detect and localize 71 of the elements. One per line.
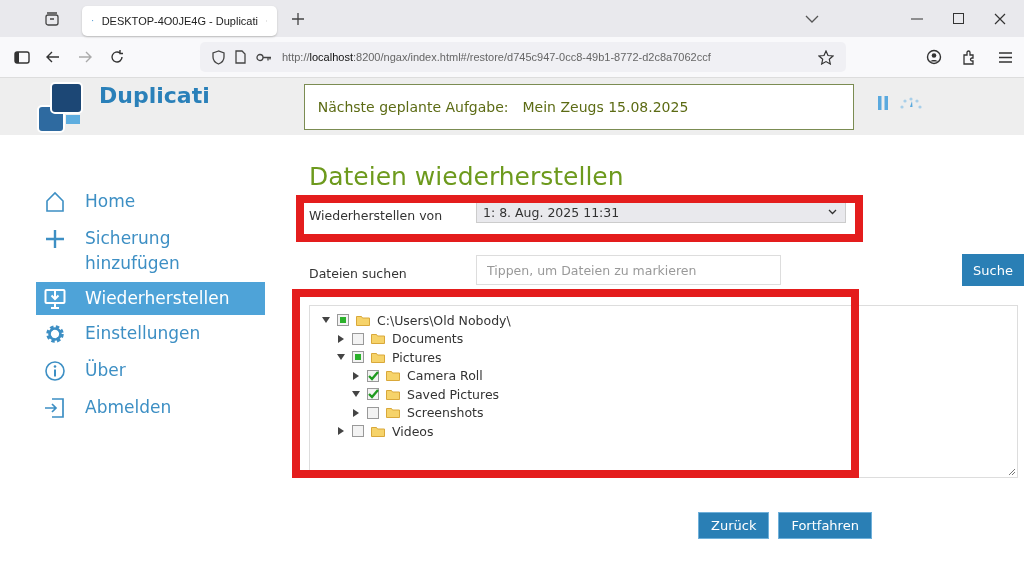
folder-icon (371, 351, 385, 363)
sidebar-item[interactable]: Über (36, 352, 265, 389)
expand-arrow-icon[interactable] (352, 371, 360, 380)
tree-item-label[interactable]: Videos (392, 423, 434, 439)
browser-tab[interactable]: DESKTOP-4O0JE4G - Duplicati (82, 5, 277, 36)
back-icon[interactable] (46, 51, 60, 63)
resize-grip-icon[interactable] (1009, 469, 1015, 475)
expand-arrow-icon[interactable] (337, 334, 345, 343)
tree-item-label[interactable]: Screenshots (407, 405, 484, 421)
monitor-download-icon (44, 288, 66, 310)
reload-icon[interactable] (110, 50, 124, 64)
sign-in-icon (44, 397, 66, 419)
tree-item-label[interactable]: Documents (392, 331, 464, 347)
sidebar-item[interactable]: Home (36, 183, 265, 220)
next-task-label: Nächste geplante Aufgabe: (317, 98, 509, 115)
key-icon[interactable] (256, 52, 272, 62)
expand-arrow-icon[interactable] (352, 390, 360, 399)
folder-icon (386, 407, 400, 419)
search-label: Dateien suchen (309, 265, 408, 281)
menu-icon[interactable] (999, 51, 1012, 63)
folder-icon (371, 425, 385, 437)
next-task-value: Mein Zeugs 15.08.2025 (522, 98, 689, 115)
back-button[interactable]: Zurück (698, 512, 770, 539)
checkbox[interactable] (352, 351, 364, 364)
expand-arrow-icon[interactable] (352, 408, 360, 417)
checkbox[interactable] (337, 314, 349, 327)
tab-list-icon[interactable] (44, 10, 60, 27)
extensions-icon[interactable] (962, 49, 977, 65)
checkbox[interactable] (367, 406, 379, 419)
search-button[interactable]: Suche (962, 254, 1024, 286)
sidebar-item[interactable]: Abmelden (36, 389, 265, 426)
sidebar-item[interactable]: Sicherung hinzufügen (36, 220, 265, 282)
page-title: Dateien wiederherstellen (309, 162, 625, 192)
url-text: http://localhost:8200/ngax/index.html#/restore/d745c947-0cc8-49b1-8772-d2c8a7062ccf (282, 51, 711, 63)
new-tab-icon[interactable] (291, 11, 305, 26)
info-icon (44, 360, 66, 382)
expand-arrow-icon[interactable] (322, 316, 330, 325)
restore-from-label: Wiederherstellen von (309, 207, 444, 223)
tree-item-label[interactable]: Pictures (392, 349, 442, 365)
continue-button[interactable]: Fortfahren (778, 512, 872, 539)
folder-icon (386, 370, 400, 382)
account-icon[interactable] (926, 49, 942, 65)
chevron-down-icon (828, 209, 837, 215)
version-select[interactable]: 1: 8. Aug. 2025 11:31 (476, 201, 846, 223)
settings-icon (44, 323, 66, 345)
tree-item-label[interactable]: Camera Roll (407, 368, 483, 384)
tree-item-label[interactable]: C:\Users\Old Nobody\ (377, 312, 511, 328)
sidebar-item[interactable]: Einstellungen (36, 315, 265, 352)
checkbox[interactable] (367, 369, 379, 382)
shield-icon[interactable] (212, 49, 225, 65)
expand-arrow-icon[interactable] (337, 353, 345, 362)
tree-item-label[interactable]: Saved Pictures (407, 386, 500, 402)
plus-icon (44, 228, 66, 250)
expand-arrow-icon[interactable] (337, 427, 345, 436)
checkbox[interactable] (367, 388, 379, 401)
sidebar-icon[interactable] (14, 50, 30, 64)
star-icon[interactable] (818, 49, 834, 65)
chevron-down-icon[interactable] (805, 14, 819, 23)
app-logo-text: Duplicati (99, 83, 210, 108)
minimize-icon[interactable] (911, 17, 923, 20)
address-bar[interactable]: http://localhost:8200/ngax/index.html#/restore/d745c947-0cc8-49b1-8772-d2c8a7062ccf (200, 42, 846, 72)
folder-icon (386, 388, 400, 400)
checkbox[interactable] (352, 332, 364, 345)
folder-icon (356, 314, 370, 326)
folder-icon (371, 333, 385, 345)
home-icon (44, 191, 66, 213)
search-field[interactable]: Tippen, um Dateien zu markieren (476, 255, 781, 285)
maximize-icon[interactable] (953, 13, 964, 24)
logo-icon (37, 82, 83, 134)
checkbox[interactable] (352, 425, 364, 438)
page-icon[interactable] (235, 50, 246, 64)
